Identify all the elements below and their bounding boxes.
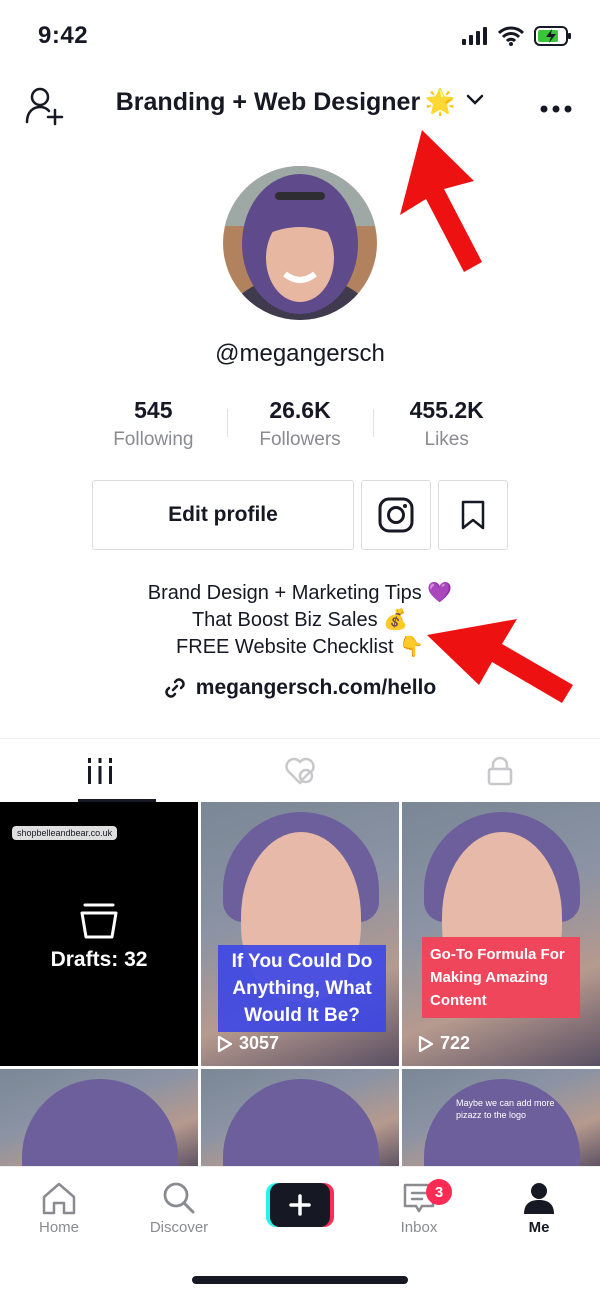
video-tile[interactable] [0,1069,198,1166]
nav-discover[interactable]: Discover [124,1177,234,1236]
video-caption: If You Could Do Anything, What Would It … [218,945,386,1032]
account-switcher[interactable]: Branding + Web Designer 🌟 [0,88,600,117]
home-icon [42,1182,76,1215]
more-options-button[interactable] [540,100,572,118]
play-icon [217,1035,233,1052]
view-count-value: 3057 [239,1033,280,1053]
stat-label: Likes [424,429,469,450]
nav-inbox[interactable]: 3 Inbox [364,1177,474,1236]
video-tile[interactable] [201,1069,399,1166]
link-icon [165,678,185,698]
annotation-arrow-title [400,130,482,272]
search-icon [163,1182,195,1214]
wifi-icon [498,26,524,46]
drafts-folder-icon [80,903,118,939]
grid-columns-icon [88,757,112,784]
tab-videos[interactable] [0,739,200,802]
video-caption: Go-To Formula For Making Amazing Content [422,937,580,1018]
signal-icon [462,27,487,45]
status-time: 9:42 [38,22,89,49]
favorites-button[interactable] [438,480,508,550]
stat-label: Followers [259,429,341,450]
avatar[interactable] [223,166,377,320]
page-title: Branding + Web Designer [115,88,421,116]
profile-header: Branding + Web Designer 🌟 [0,70,600,144]
more-dots-icon [540,105,572,113]
annotation-arrow-bio [427,619,573,703]
tab-liked[interactable] [200,739,400,802]
nav-discover-label: Discover [149,1219,209,1236]
play-icon [418,1035,434,1052]
create-video-button[interactable] [266,1183,334,1227]
drafts-count: Drafts: 32 [50,948,148,971]
comment-chip: shopbelleandbear.co.uk [12,826,118,840]
chevron-down-icon [467,94,484,105]
nav-me[interactable]: Me [484,1177,594,1236]
view-count: 722 [418,1033,470,1054]
avatar-photo [223,166,377,320]
view-count-value: 722 [440,1033,471,1053]
stat-value: 545 [134,397,173,423]
bookmark-icon [461,500,485,530]
stat-following[interactable]: 545 Following [80,395,227,455]
home-indicator[interactable] [192,1276,408,1284]
video-thumbnail [223,1079,379,1166]
liked-hidden-icon [285,757,315,784]
stat-value: 455.2K [409,397,484,423]
stat-likes[interactable]: 455.2K Likes [373,395,520,455]
instagram-icon [378,497,414,533]
status-icons [462,26,572,46]
video-thumbnail [424,1079,580,1166]
stat-followers[interactable]: 26.6K Followers [226,395,374,455]
status-bar: 9:42 [0,0,600,70]
profile-stats: 545 Following 26.6K Followers 455.2K Lik… [80,395,520,455]
tab-private[interactable] [400,739,600,802]
bio-link-text: megangersch.com/hello [195,676,437,699]
video-comment-overlay: Maybe we can add more pizazz to the logo [456,1098,555,1120]
video-tile[interactable]: Maybe we can add more pizazz to the logo [402,1069,600,1166]
stat-value: 26.6K [269,397,331,423]
inbox-badge: 3 [426,1179,452,1205]
nav-me-label: Me [528,1219,550,1236]
edit-profile-button[interactable]: Edit profile [92,480,354,550]
drafts-tile[interactable]: shopbelleandbear.co.uk Drafts: 32 [0,802,198,1066]
plus-icon [266,1183,334,1227]
stat-label: Following [113,429,194,450]
video-tile[interactable]: Go-To Formula For Making Amazing Content… [402,802,600,1066]
nav-home[interactable]: Home [4,1177,114,1236]
nav-home-label: Home [38,1219,79,1236]
video-grid: shopbelleandbear.co.uk Drafts: 32 If You… [0,802,600,1166]
profile-icon [524,1183,554,1214]
bio-line: Brand Design + Marketing Tips 💜 [147,582,453,604]
video-thumbnail [22,1079,178,1166]
lock-icon [487,756,513,785]
video-tile[interactable]: If You Could Do Anything, What Would It … [201,802,399,1066]
battery-icon [534,26,571,46]
instagram-button[interactable] [361,480,431,550]
content-tabs [0,738,600,802]
nav-inbox-label: Inbox [400,1219,438,1236]
username: @megangersch [215,340,385,367]
star-emoji: 🌟 [424,88,456,116]
view-count: 3057 [217,1033,279,1054]
